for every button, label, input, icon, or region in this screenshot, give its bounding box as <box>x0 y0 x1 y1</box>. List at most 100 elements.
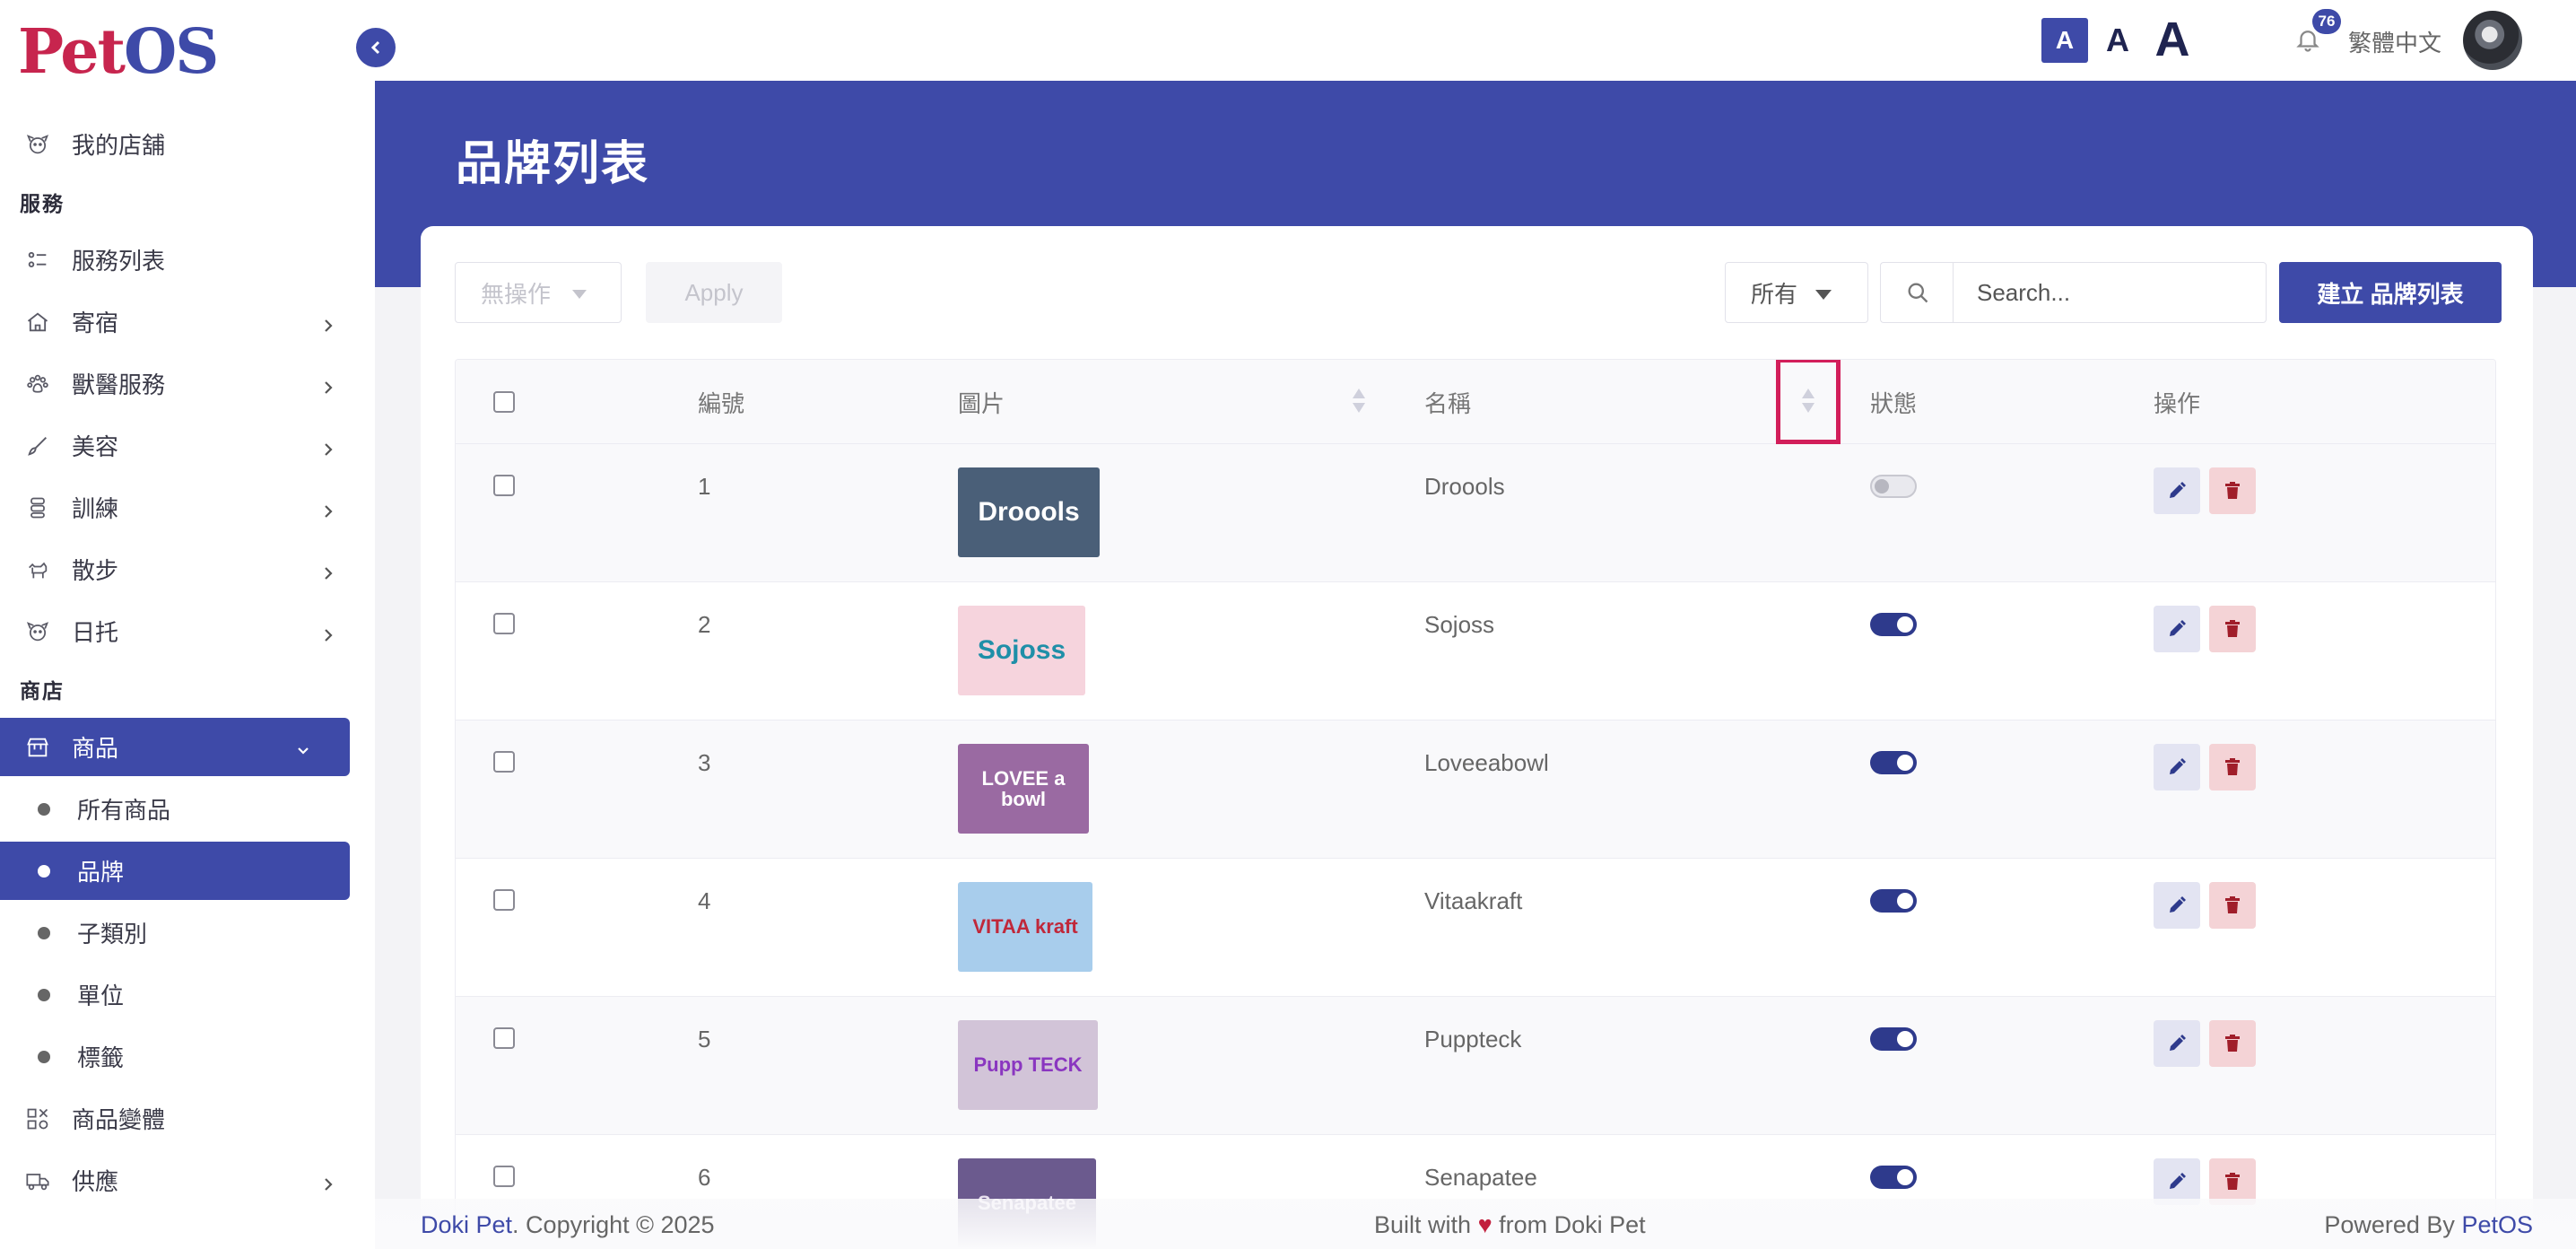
search-input[interactable] <box>1953 262 2267 323</box>
sidebar-item-my-store[interactable]: 我的店舖 <box>0 113 375 175</box>
section-services: 服務 <box>20 192 65 215</box>
bulk-action-select[interactable]: 無操作 <box>455 262 622 323</box>
cell-name: Sojoss <box>1424 611 1495 638</box>
notification-badge: 76 <box>2312 9 2341 34</box>
cell-name: Senapatee <box>1424 1164 1537 1191</box>
brand-logo-image: Sojoss <box>958 606 1085 695</box>
cell-id: 6 <box>698 1164 711 1191</box>
chevron-right-icon <box>319 437 337 456</box>
sidebar-item-product-variants[interactable]: 商品變體 <box>0 1087 375 1149</box>
sidebar-item-service-4[interactable]: 訓練 <box>0 476 375 538</box>
delete-button[interactable] <box>2209 467 2256 514</box>
create-brand-button[interactable]: 建立 品牌列表 <box>2279 262 2502 323</box>
edit-button[interactable] <box>2154 744 2200 790</box>
row-checkbox[interactable] <box>493 1166 515 1187</box>
footer-built-prefix: Built with <box>1374 1211 1472 1238</box>
brand-logo-image: Pupp TECK <box>958 1020 1098 1110</box>
sidebar-subitem-2[interactable]: 子類別 <box>0 902 375 964</box>
sidebar-item-products[interactable]: 商品 <box>0 718 350 776</box>
pet-face-icon <box>25 619 50 644</box>
column-header-name[interactable]: 名稱 <box>1424 360 1471 444</box>
section-store: 商店 <box>20 679 65 703</box>
edit-button[interactable] <box>2154 882 2200 929</box>
caret-down-icon <box>572 290 587 299</box>
bullet-dot-icon <box>38 988 50 1001</box>
pencil-icon <box>2166 618 2188 640</box>
font-size-small-button[interactable]: A <box>2041 18 2088 63</box>
footer-brand-link[interactable]: Doki Pet <box>421 1211 512 1238</box>
sidebar-item-label: 商品變體 <box>72 1106 166 1133</box>
sidebar-subitem-0[interactable]: 所有商品 <box>0 778 375 840</box>
sidebar-item-label: 日托 <box>72 619 119 646</box>
delete-button[interactable] <box>2209 606 2256 652</box>
sidebar-nav: 我的店舖 服務 服務列表寄宿獸醫服務 美容 訓練 散步日托 商店 商品 所有商品品牌子… <box>0 113 375 1211</box>
pencil-icon <box>2166 1033 2188 1054</box>
cell-id: 2 <box>698 611 711 638</box>
column-header-image[interactable]: 圖片 <box>958 360 1005 444</box>
cell-name: Puppteck <box>1424 1026 1522 1052</box>
edit-button[interactable] <box>2154 467 2200 514</box>
font-size-medium-button[interactable]: A <box>2099 18 2137 63</box>
search-icon[interactable] <box>1880 262 1954 323</box>
status-filter-select[interactable]: 所有 <box>1725 262 1868 323</box>
footer-powered-brand-link[interactable]: PetOS <box>2461 1211 2533 1238</box>
column-header-id[interactable]: 編號 <box>698 360 744 444</box>
sidebar-item-label: 商品 <box>72 735 119 762</box>
sidebar-item-label: 我的店舖 <box>72 132 166 159</box>
sidebar-item-service-2[interactable]: 獸醫服務 <box>0 353 375 415</box>
sort-highlight-box <box>1776 360 1841 444</box>
status-toggle[interactable] <box>1870 1166 1917 1189</box>
table-row: 5 Pupp TECK Puppteck <box>456 997 2495 1135</box>
delete-button[interactable] <box>2209 1020 2256 1067</box>
row-checkbox[interactable] <box>493 613 515 634</box>
apply-button[interactable]: Apply <box>646 262 782 323</box>
status-toggle[interactable] <box>1870 1027 1917 1051</box>
sidebar: Pet OS 我的店舖 服務 服務列表寄宿獸醫服務 美容 訓練 散步日托 商店 商品 所… <box>0 0 375 1249</box>
bullet-dot-icon <box>38 1050 50 1063</box>
language-selector[interactable]: 繁體中文 <box>2348 25 2441 58</box>
status-toggle[interactable] <box>1870 613 1917 636</box>
table-header: 編號 圖片 名稱 狀態 操作 <box>456 360 2495 444</box>
cell-id: 4 <box>698 887 711 914</box>
sidebar-subitem-1[interactable]: 品牌 <box>0 842 350 900</box>
edit-button[interactable] <box>2154 606 2200 652</box>
sidebar-subitem-label: 品牌 <box>77 859 125 886</box>
row-checkbox[interactable] <box>493 1027 515 1049</box>
top-bar: A A A 76 繁體中文 <box>375 0 2576 81</box>
logo-part-os: OS <box>123 16 219 88</box>
sidebar-subitem-4[interactable]: 標籤 <box>0 1026 375 1087</box>
bullet-dot-icon <box>38 802 50 816</box>
chevron-right-icon <box>319 313 337 332</box>
sidebar-item-supply[interactable]: 供應 <box>0 1149 375 1211</box>
sort-icon[interactable] <box>1353 389 1365 415</box>
sidebar-collapse-button[interactable] <box>356 28 396 67</box>
petos-logo[interactable]: Pet OS <box>18 16 219 88</box>
sidebar-item-label: 寄宿 <box>72 310 119 336</box>
sidebar-item-service-0[interactable]: 服務列表 <box>0 229 375 291</box>
cell-id: 3 <box>698 749 711 776</box>
status-toggle[interactable] <box>1870 751 1917 774</box>
font-size-large-button[interactable]: A <box>2151 13 2194 66</box>
footer-powered-prefix: Powered By <box>2324 1211 2455 1238</box>
cell-name: Vitaakraft <box>1424 887 1523 914</box>
row-checkbox[interactable] <box>493 475 515 496</box>
avatar[interactable] <box>2463 11 2522 70</box>
delete-button[interactable] <box>2209 882 2256 929</box>
sidebar-subitem-label: 所有商品 <box>77 797 171 824</box>
sidebar-subitem-3[interactable]: 單位 <box>0 964 375 1026</box>
sidebar-item-service-3[interactable]: 美容 <box>0 415 375 476</box>
select-all-checkbox[interactable] <box>493 391 515 413</box>
trash-icon <box>2222 1171 2243 1192</box>
edit-button[interactable] <box>2154 1020 2200 1067</box>
sidebar-item-service-5[interactable]: 散步 <box>0 538 375 600</box>
row-checkbox[interactable] <box>493 751 515 773</box>
status-toggle[interactable] <box>1870 475 1917 498</box>
row-checkbox[interactable] <box>493 889 515 911</box>
pencil-icon <box>2166 756 2188 778</box>
sidebar-item-service-6[interactable]: 日托 <box>0 600 375 662</box>
brand-logo-image: VITAA kraft <box>958 882 1092 972</box>
chevron-right-icon <box>319 499 337 518</box>
delete-button[interactable] <box>2209 744 2256 790</box>
sidebar-item-service-1[interactable]: 寄宿 <box>0 291 375 353</box>
status-toggle[interactable] <box>1870 889 1917 913</box>
